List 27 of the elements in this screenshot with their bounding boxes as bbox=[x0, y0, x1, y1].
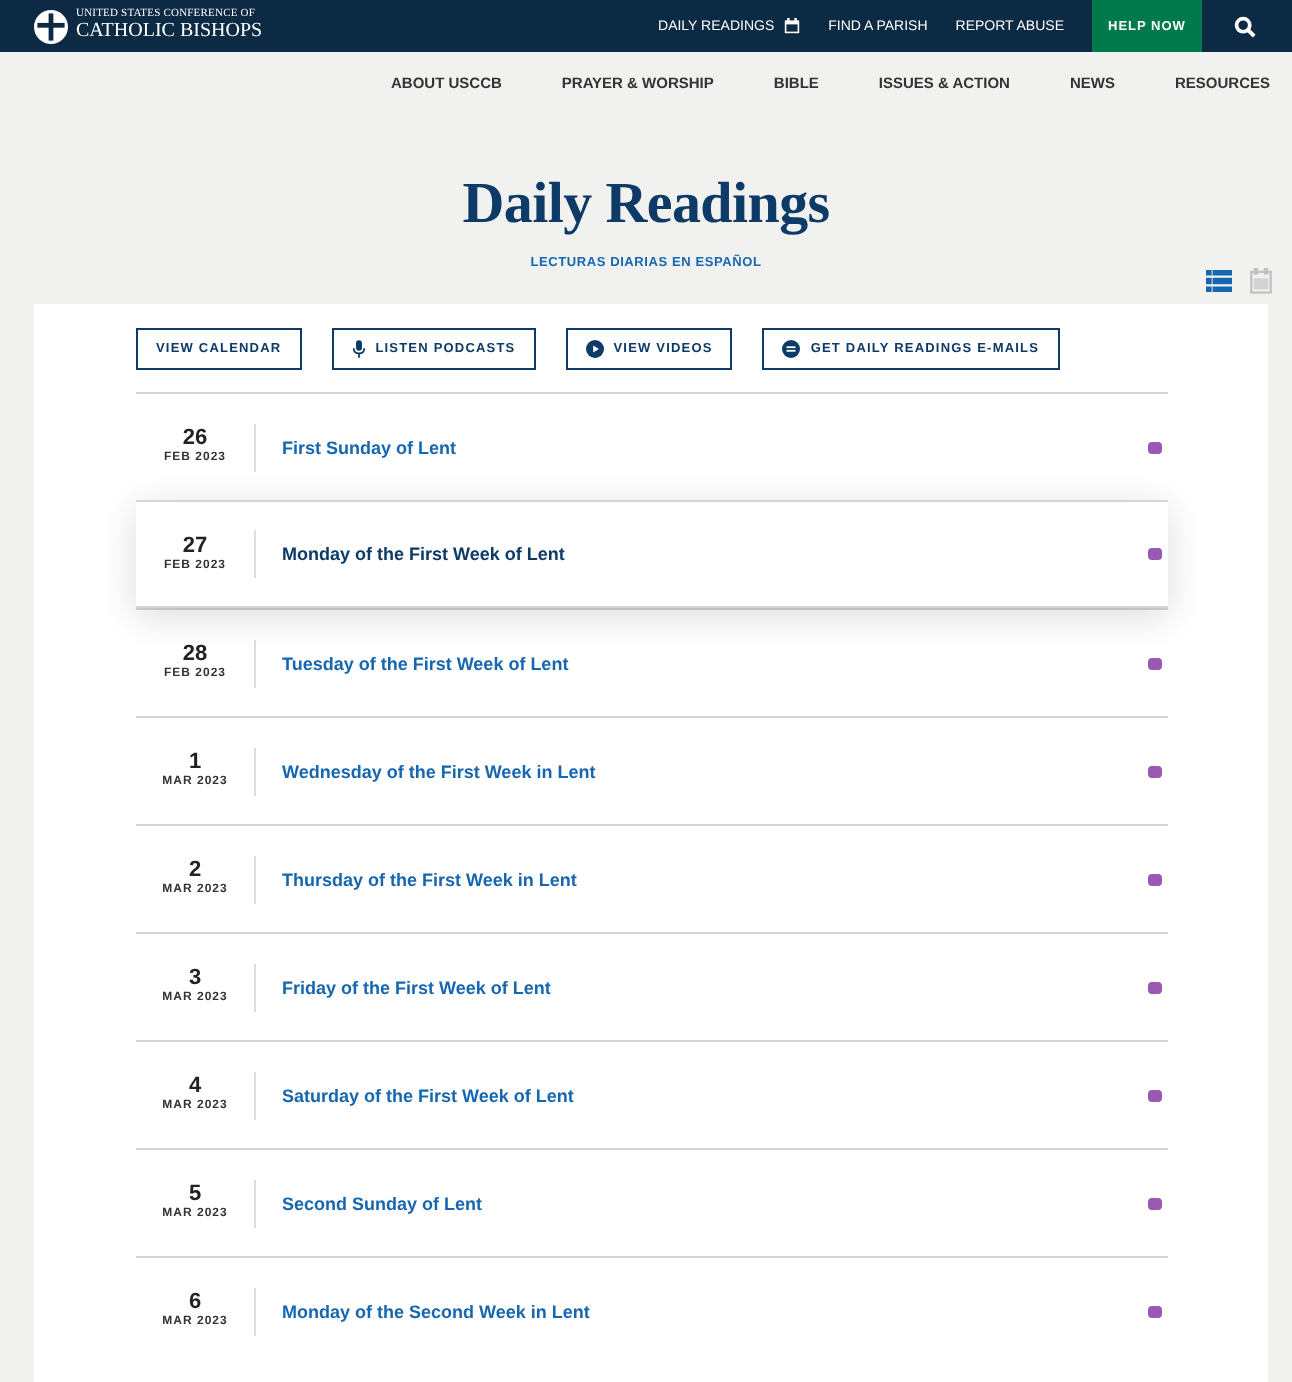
day-number: 2 bbox=[188, 858, 202, 882]
cross-logo-icon[interactable] bbox=[34, 9, 68, 43]
reading-title[interactable]: Monday of the Second Week in Lent bbox=[282, 1301, 1148, 1321]
reading-title[interactable]: Wednesday of the First Week in Lent bbox=[282, 761, 1148, 781]
day-number: 26 bbox=[182, 426, 208, 450]
day-number: 6 bbox=[188, 1290, 202, 1314]
day-number: 27 bbox=[182, 533, 208, 557]
day-number: 28 bbox=[182, 642, 208, 666]
reading-title[interactable]: Saturday of the First Week of Lent bbox=[282, 1085, 1148, 1105]
reading-title[interactable]: Monday of the First Week of Lent bbox=[282, 544, 1148, 564]
reading-title[interactable]: Thursday of the First Week in Lent bbox=[282, 869, 1148, 889]
logo-text[interactable]: CATHOLIC BISHOPS bbox=[76, 21, 263, 42]
reading-title[interactable]: First Sunday of Lent bbox=[282, 437, 1148, 457]
microphone-icon[interactable] bbox=[351, 340, 366, 358]
play-icon[interactable] bbox=[585, 340, 604, 358]
day-number: 3 bbox=[188, 966, 202, 990]
reading-title[interactable]: Tuesday of the First Week of Lent bbox=[282, 653, 1148, 673]
reading-title[interactable]: Friday of the First Week of Lent bbox=[282, 977, 1148, 997]
day-number: 1 bbox=[188, 750, 202, 774]
search-icon[interactable] bbox=[1234, 15, 1256, 37]
day-number: 4 bbox=[188, 1074, 202, 1098]
list-view-icon[interactable] bbox=[1206, 269, 1232, 291]
calendar-icon[interactable] bbox=[784, 18, 801, 34]
reading-title[interactable]: Second Sunday of Lent bbox=[282, 1193, 1148, 1213]
page-title: Daily Readings bbox=[460, 170, 832, 240]
day-number: 5 bbox=[188, 1182, 202, 1206]
email-icon[interactable] bbox=[782, 340, 801, 358]
